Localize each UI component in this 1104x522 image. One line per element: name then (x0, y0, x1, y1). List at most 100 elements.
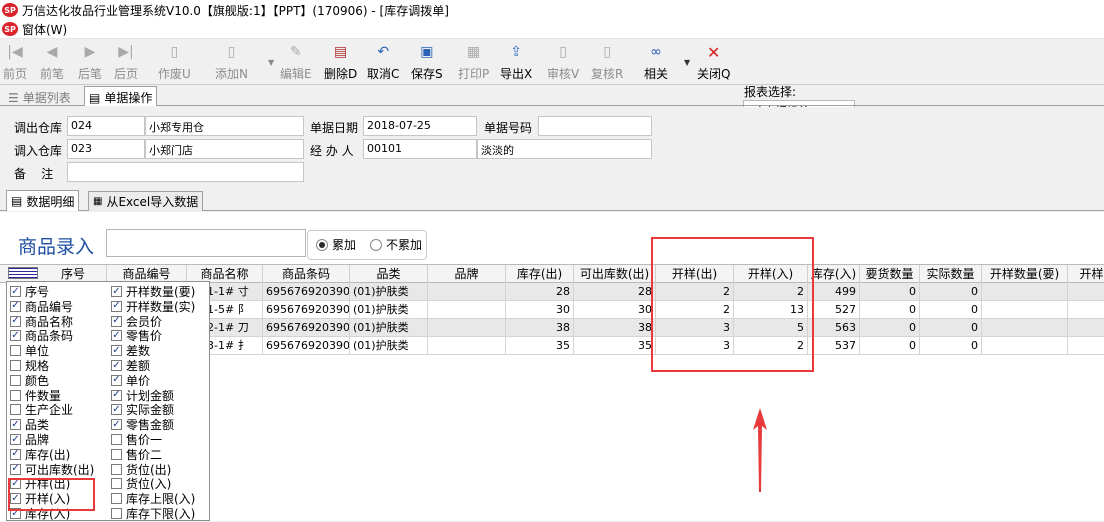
table-cell[interactable]: (01)护肤类 (350, 337, 428, 355)
column-option[interactable]: 售价二 (111, 447, 162, 462)
table-cell[interactable] (1068, 337, 1104, 355)
checkbox-checked-icon[interactable]: ✓ (10, 330, 21, 342)
checkbox-checked-icon[interactable]: ✓ (111, 360, 122, 371)
table-cell[interactable]: 499 (808, 283, 860, 301)
checkbox-unchecked-icon[interactable] (111, 434, 122, 445)
add-dropdown-icon[interactable]: ▼ (268, 58, 274, 67)
table-cell[interactable]: 6956769203906 (263, 283, 350, 301)
column-option[interactable]: 货位(出) (111, 462, 171, 477)
table-cell[interactable]: 0 (860, 283, 920, 301)
column-option[interactable]: 生产企业 (10, 402, 73, 417)
column-chooser-icon[interactable] (8, 267, 38, 279)
table-cell[interactable]: (01)护肤类 (350, 319, 428, 337)
column-option[interactable]: ✓ 库存(出) (10, 447, 70, 462)
checkbox-unchecked-icon[interactable] (111, 448, 122, 460)
checkbox-checked-icon[interactable]: ✓ (10, 463, 21, 475)
handler-code-input[interactable]: 00101 (363, 139, 477, 159)
column-option[interactable]: 库存上限(入) (111, 491, 195, 506)
table-cell[interactable]: 38 (506, 319, 574, 337)
table-cell[interactable]: 563 (808, 319, 860, 337)
table-cell[interactable]: (01)护肤类 (350, 283, 428, 301)
column-header[interactable]: 库存(出) (506, 265, 574, 283)
number-input[interactable] (538, 116, 652, 136)
column-option[interactable]: ✓ 品牌 (10, 432, 49, 447)
column-option[interactable]: 库存下限(入) (111, 506, 195, 521)
out-warehouse-name-input[interactable]: 小郑专用仓 (145, 116, 304, 136)
column-option[interactable]: ✓ 会员价 (111, 314, 162, 329)
checkbox-checked-icon[interactable]: ✓ (10, 448, 21, 460)
delete-button[interactable]: ▤ 删除D (324, 42, 357, 82)
remark-input[interactable] (67, 162, 304, 182)
recheck-button[interactable]: ▯ 复核R (591, 42, 623, 82)
column-header[interactable]: 商品条码 (263, 265, 350, 283)
print-button[interactable]: ▦ 打印P (458, 42, 489, 82)
column-option[interactable]: ✓ 开样数量(实) (111, 299, 195, 314)
checkbox-checked-icon[interactable]: ✓ (10, 434, 21, 445)
table-cell[interactable] (982, 319, 1068, 337)
audit-button[interactable]: ▯ 审核V (547, 42, 579, 82)
checkbox-checked-icon[interactable]: ✓ (111, 315, 122, 327)
column-header[interactable]: 库存(入) (808, 265, 860, 283)
table-cell[interactable] (982, 283, 1068, 301)
column-header[interactable]: 品类 (350, 265, 428, 283)
next-button[interactable]: ▶ 后笔 (78, 42, 102, 82)
column-header[interactable]: 要货数量 (860, 265, 920, 283)
table-cell[interactable]: 28 (506, 283, 574, 301)
column-option[interactable]: ✓ 商品条码 (10, 328, 73, 343)
checkbox-checked-icon[interactable]: ✓ (111, 389, 122, 401)
handler-name-input[interactable]: 淡淡的 (477, 139, 652, 159)
link-button[interactable]: ∞ 相关 (644, 42, 668, 82)
column-header[interactable]: 可出库数(出) (574, 265, 656, 283)
table-cell[interactable]: (01)护肤类 (350, 301, 428, 319)
column-option[interactable]: 颜色 (10, 373, 49, 388)
close-button[interactable]: ✕ 关闭Q (697, 42, 730, 82)
table-cell[interactable]: 30 (574, 301, 656, 319)
column-option[interactable]: 规格 (10, 358, 49, 373)
checkbox-unchecked-icon[interactable] (111, 493, 122, 505)
checkbox-unchecked-icon[interactable] (10, 360, 21, 371)
column-option[interactable]: ✓ 差数 (111, 343, 150, 358)
table-cell[interactable]: 35 (506, 337, 574, 355)
column-header[interactable]: 开样数 (1068, 265, 1104, 283)
table-cell[interactable]: 6956769203906 (263, 301, 350, 319)
column-option[interactable]: ✓ 零售价 (111, 328, 162, 343)
table-cell[interactable]: 30 (506, 301, 574, 319)
checkbox-checked-icon[interactable]: ✓ (10, 419, 21, 431)
checkbox-checked-icon[interactable]: ✓ (111, 286, 122, 297)
prev-button[interactable]: ◀ 前笔 (40, 42, 64, 82)
radio-accumulate[interactable]: 累加 (316, 236, 356, 253)
column-option[interactable]: ✓ 差额 (111, 358, 150, 373)
checkbox-checked-icon[interactable]: ✓ (10, 315, 21, 327)
column-header[interactable]: 实际数量 (920, 265, 982, 283)
column-option[interactable]: 单位 (10, 343, 49, 358)
table-cell[interactable] (982, 301, 1068, 319)
table-cell[interactable]: 35 (574, 337, 656, 355)
table-cell[interactable]: 0 (920, 283, 982, 301)
add-button[interactable]: ▯ 添加N (215, 42, 248, 82)
column-option[interactable]: ✓ 零售金额 (111, 417, 174, 432)
save-button[interactable]: ▣ 保存S (411, 42, 443, 82)
checkbox-unchecked-icon[interactable] (10, 345, 21, 357)
table-cell[interactable] (1068, 301, 1104, 319)
date-input[interactable]: 2018-07-25 (363, 116, 477, 136)
column-option[interactable]: ✓ 计划金额 (111, 388, 174, 403)
checkbox-unchecked-icon[interactable] (111, 463, 122, 475)
table-cell[interactable]: 527 (808, 301, 860, 319)
column-option[interactable]: ✓ 序号 (10, 284, 49, 299)
in-warehouse-name-input[interactable]: 小郑门店 (145, 139, 304, 159)
table-cell[interactable]: 6956769203906 (263, 337, 350, 355)
table-cell[interactable]: 28 (574, 283, 656, 301)
column-header[interactable]: 品牌 (428, 265, 506, 283)
table-cell[interactable] (428, 283, 506, 301)
checkbox-checked-icon[interactable]: ✓ (111, 404, 122, 416)
table-cell[interactable]: 0 (860, 319, 920, 337)
out-warehouse-code-input[interactable]: 024 (67, 116, 145, 136)
checkbox-unchecked-icon[interactable] (10, 404, 21, 416)
column-option[interactable]: ✓ 单价 (111, 373, 150, 388)
radio-no-accumulate[interactable]: 不累加 (370, 236, 422, 253)
table-cell[interactable]: 0 (920, 301, 982, 319)
tab-excel-import[interactable]: ▦ 从Excel导入数据 (88, 191, 204, 211)
table-cell[interactable]: 6956769203906 (263, 319, 350, 337)
tab-document-operation[interactable]: ▤ 单据操作 (84, 86, 158, 106)
table-cell[interactable] (428, 301, 506, 319)
